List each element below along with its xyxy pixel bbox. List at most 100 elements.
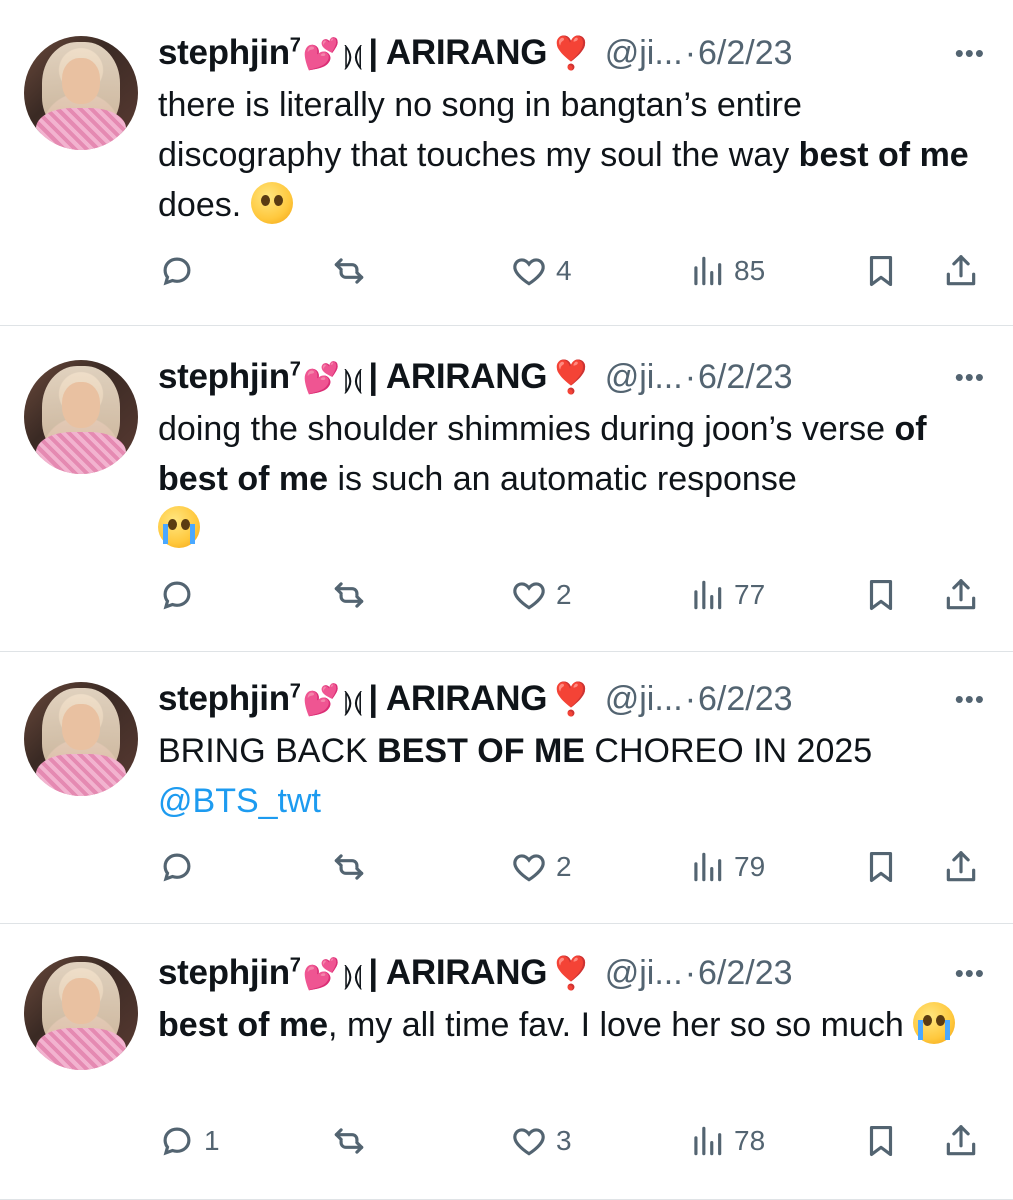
bookmark-button[interactable] [862, 842, 900, 892]
like-button[interactable]: 4 [510, 246, 572, 296]
author-handle[interactable]: @ji... [605, 680, 683, 719]
tweet-date[interactable]: 6/2/23 [698, 358, 793, 397]
bookmark-button[interactable] [862, 570, 900, 620]
retweet-button[interactable] [330, 842, 368, 892]
tweet-date[interactable]: 6/2/23 [698, 680, 793, 719]
tweet[interactable]: stephjin7💕 ⟭⟬ | ARIRANG ❣️ @ji... · 6/2/23 … [0, 924, 1013, 1200]
views-bars-icon [688, 576, 726, 614]
red-heart-exclamation-emoji: ❣️ [551, 955, 591, 991]
share-button[interactable] [942, 842, 980, 892]
author-handle[interactable]: @ji... [605, 34, 683, 73]
more-dots-icon[interactable]: ••• [955, 38, 985, 69]
heart-emoji: 💕 [302, 958, 340, 991]
tweet[interactable]: stephjin7💕 ⟭⟬ | ARIRANG ❣️ @ji... · 6/2/23 … [0, 0, 1013, 326]
like-button[interactable]: 2 [510, 842, 572, 892]
tweet-text: there is literally no song in bangtan’s … [158, 86, 969, 224]
author-name[interactable]: stephjin7💕 ⟭⟬ | ARIRANG ❣️ [158, 679, 591, 719]
tweet-actions: 4 85 [158, 246, 989, 296]
tweet-actions: 2 79 [158, 842, 989, 892]
share-button[interactable] [942, 1116, 980, 1166]
share-upload-icon [942, 576, 980, 614]
heart-outline-icon [510, 1122, 548, 1160]
heart-emoji: 💕 [302, 38, 340, 71]
red-heart-exclamation-emoji: ❣️ [551, 359, 591, 395]
share-button[interactable] [942, 246, 980, 296]
author-handle[interactable]: @ji... [605, 954, 683, 993]
bookmark-button[interactable] [862, 246, 900, 296]
reply-button[interactable]: 1 [158, 1116, 220, 1166]
author-name[interactable]: stephjin7💕 ⟭⟬ | ARIRANG ❣️ [158, 357, 591, 397]
bts-symbol: ⟭⟬ [343, 960, 363, 990]
views-count: 77 [734, 579, 766, 610]
red-heart-exclamation-emoji: ❣️ [551, 681, 591, 717]
pleading-face-emoji [250, 182, 293, 224]
views-bars-icon [688, 848, 726, 886]
tweet-actions: 1 3 78 [158, 1116, 989, 1166]
retweet-icon [330, 252, 368, 290]
heart-outline-icon [510, 576, 548, 614]
heart-emoji: 💕 [302, 362, 340, 395]
views-count: 78 [734, 1125, 766, 1156]
avatar[interactable] [24, 360, 138, 474]
heart-emoji: 💕 [302, 684, 340, 717]
share-upload-icon [942, 1122, 980, 1160]
bookmark-icon [862, 848, 900, 886]
separator-dot: · [684, 953, 697, 992]
reply-button[interactable] [158, 842, 204, 892]
tweet-date[interactable]: 6/2/23 [698, 954, 793, 993]
reply-bubble-icon [158, 848, 196, 886]
more-dots-icon[interactable]: ••• [955, 684, 985, 715]
author-name[interactable]: stephjin7💕 ⟭⟬ | ARIRANG ❣️ [158, 953, 591, 993]
retweet-icon [330, 848, 368, 886]
avatar[interactable] [24, 956, 138, 1070]
reply-button[interactable] [158, 570, 204, 620]
tweet-header: stephjin7💕 ⟭⟬ | ARIRANG ❣️ @ji... · 6/2/23 … [158, 28, 985, 78]
tweet-header: stephjin7💕 ⟭⟬ | ARIRANG ❣️ @ji... · 6/2/23 … [158, 674, 985, 724]
tweet-text: best of me, my all time fav. I love her … [158, 1000, 989, 1050]
share-button[interactable] [942, 570, 980, 620]
likes-count: 3 [556, 1125, 572, 1156]
crying-face-emoji [913, 1002, 956, 1044]
views-button[interactable]: 79 [688, 842, 765, 892]
views-button[interactable]: 78 [688, 1116, 765, 1166]
avatar[interactable] [24, 682, 138, 796]
replies-count: 1 [204, 1125, 220, 1156]
crying-face-emoji [158, 506, 200, 548]
likes-count: 2 [556, 851, 572, 882]
views-count: 85 [734, 255, 766, 286]
bookmark-button[interactable] [862, 1116, 900, 1166]
bts-symbol: ⟭⟬ [343, 40, 363, 70]
author-handle[interactable]: @ji... [605, 358, 683, 397]
share-upload-icon [942, 252, 980, 290]
views-button[interactable]: 85 [688, 246, 765, 296]
retweet-button[interactable] [330, 570, 368, 620]
share-upload-icon [942, 848, 980, 886]
retweet-button[interactable] [330, 1116, 368, 1166]
tweet-text: BRING BACK BEST OF ME CHOREO IN 2025 @BTS… [158, 732, 873, 820]
likes-count: 2 [556, 579, 572, 610]
like-button[interactable]: 2 [510, 570, 572, 620]
bookmark-icon [862, 252, 900, 290]
like-button[interactable]: 3 [510, 1116, 572, 1166]
tweet-date[interactable]: 6/2/23 [698, 34, 793, 73]
tweet-header: stephjin7💕 ⟭⟬ | ARIRANG ❣️ @ji... · 6/2/23 … [158, 948, 985, 998]
tweet-text: doing the shoulder shimmies during joon’… [158, 404, 989, 554]
likes-count: 4 [556, 255, 572, 286]
views-count: 79 [734, 851, 766, 882]
avatar[interactable] [24, 36, 138, 150]
views-button[interactable]: 77 [688, 570, 765, 620]
tweet[interactable]: stephjin7💕 ⟭⟬ | ARIRANG ❣️ @ji... · 6/2/23 … [0, 326, 1013, 652]
timeline: stephjin7💕 ⟭⟬ | ARIRANG ❣️ @ji... · 6/2/23 … [0, 0, 1013, 1200]
bookmark-icon [862, 576, 900, 614]
bts-symbol: ⟭⟬ [343, 364, 363, 394]
more-dots-icon[interactable]: ••• [955, 958, 985, 989]
separator-dot: · [684, 357, 697, 396]
author-name[interactable]: stephjin7💕 ⟭⟬ | ARIRANG ❣️ [158, 33, 591, 73]
retweet-icon [330, 1122, 368, 1160]
more-dots-icon[interactable]: ••• [955, 362, 985, 393]
heart-outline-icon [510, 848, 548, 886]
heart-outline-icon [510, 252, 548, 290]
reply-button[interactable] [158, 246, 204, 296]
retweet-button[interactable] [330, 246, 368, 296]
tweet[interactable]: stephjin7💕 ⟭⟬ | ARIRANG ❣️ @ji... · 6/2/23 … [0, 652, 1013, 924]
